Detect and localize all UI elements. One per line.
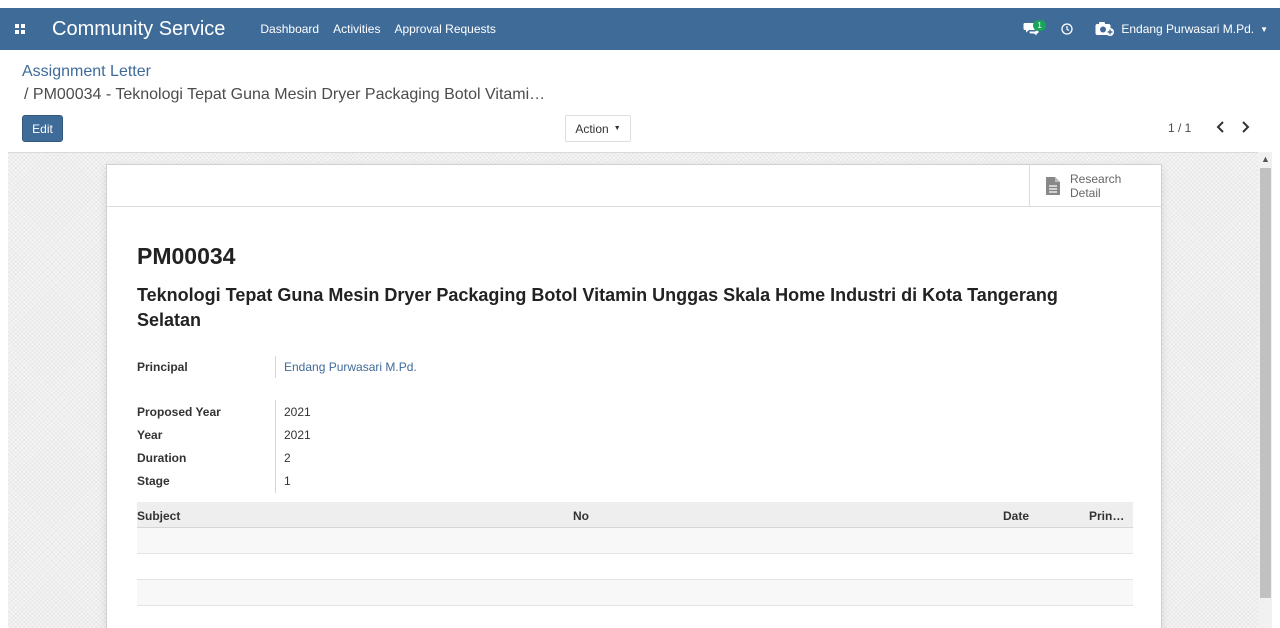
- user-menu[interactable]: Endang Purwasari M.Pd. ▼: [1085, 21, 1268, 37]
- principal-value[interactable]: Endang Purwasari M.Pd.: [284, 360, 417, 374]
- chevron-left-icon: [1216, 121, 1224, 133]
- form-sheet: Research Detail PM00034 Teknologi Tepat …: [106, 164, 1162, 628]
- clock-icon: [1061, 23, 1073, 35]
- action-dropdown[interactable]: Action ▼: [565, 115, 631, 142]
- record-title: Teknologi Tepat Guna Mesin Dryer Packagi…: [137, 285, 1058, 330]
- column-date[interactable]: Date: [1003, 509, 1029, 523]
- column-no[interactable]: No: [573, 509, 589, 523]
- message-count-badge: 1: [1033, 20, 1046, 31]
- systray: 1 Endang Purwasari M.Pd. ▼: [1013, 8, 1280, 50]
- table-row: [137, 580, 1133, 606]
- chevron-right-icon: [1241, 121, 1249, 133]
- document-icon: [1046, 176, 1060, 195]
- stat-label-line2: Detail: [1070, 185, 1101, 200]
- breadcrumb-current: / PM00034 - Teknologi Tepat Guna Mesin D…: [24, 86, 546, 103]
- column-principal[interactable]: Prin…: [1089, 509, 1124, 523]
- scrollbar-thumb[interactable]: [1260, 168, 1271, 598]
- research-detail-label: Research Detail: [1070, 172, 1121, 200]
- menu-approval-requests[interactable]: Approval Requests: [387, 8, 502, 50]
- user-name: Endang Purwasari M.Pd.: [1121, 22, 1255, 36]
- column-subject[interactable]: Subject: [137, 509, 180, 523]
- messages-button[interactable]: 1: [1013, 8, 1049, 50]
- caret-down-icon: ▼: [613, 125, 621, 132]
- assignment-table: Subject No Date Prin…: [137, 502, 1133, 606]
- main-menu: Dashboard Activities Approval Requests: [253, 8, 502, 50]
- field-separator: [275, 356, 276, 378]
- apps-menu-icon[interactable]: [0, 8, 40, 50]
- activities-button[interactable]: [1049, 8, 1085, 50]
- duration-label: Duration: [137, 451, 187, 465]
- field-separator: [275, 400, 276, 493]
- breadcrumb-parent[interactable]: Assignment Letter: [22, 63, 151, 81]
- table-row: [137, 554, 1133, 580]
- duration-value: 2: [284, 451, 291, 465]
- stat-label-line1: Research: [1070, 171, 1122, 186]
- stage-label: Stage: [137, 474, 170, 488]
- menu-activities[interactable]: Activities: [326, 8, 387, 50]
- camera-icon: [1095, 22, 1115, 36]
- record-code: PM00034: [137, 243, 236, 269]
- proposed-year-value: 2021: [284, 405, 311, 419]
- edit-button[interactable]: Edit: [22, 115, 63, 142]
- principal-label: Principal: [137, 360, 188, 374]
- proposed-year-label: Proposed Year: [137, 405, 221, 419]
- pager-previous-button[interactable]: [1210, 117, 1230, 137]
- button-box: Research Detail: [107, 165, 1161, 207]
- research-detail-button[interactable]: Research Detail: [1029, 165, 1161, 206]
- table-header: Subject No Date Prin…: [137, 502, 1133, 528]
- app-brand[interactable]: Community Service: [52, 18, 225, 41]
- year-label: Year: [137, 428, 163, 442]
- top-navbar: Community Service Dashboard Activities A…: [0, 8, 1280, 50]
- year-value: 2021: [284, 428, 311, 442]
- table-row: [137, 528, 1133, 554]
- caret-down-icon: ▼: [1260, 24, 1268, 34]
- pager-next-button[interactable]: [1235, 117, 1255, 137]
- action-label: Action: [575, 121, 609, 136]
- menu-dashboard[interactable]: Dashboard: [253, 8, 326, 50]
- scroll-up-arrow-icon[interactable]: ▲: [1261, 154, 1270, 164]
- pager-value[interactable]: 1 / 1: [1168, 121, 1191, 135]
- stage-value: 1: [284, 474, 291, 488]
